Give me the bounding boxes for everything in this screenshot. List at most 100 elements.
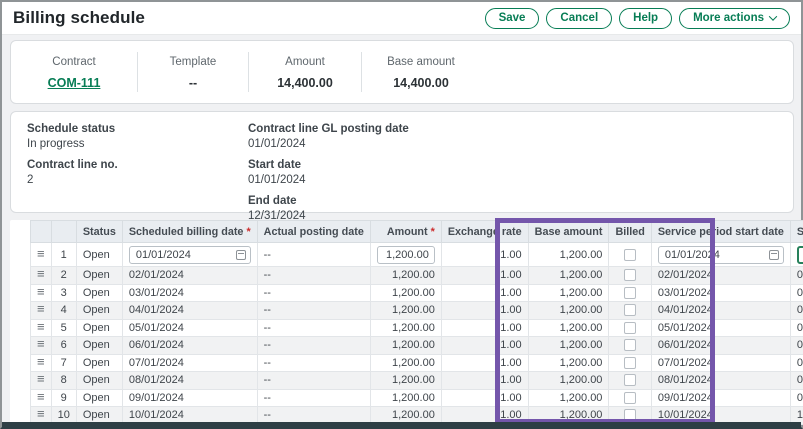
column-header-amount: Amount* <box>370 221 441 243</box>
drag-handle-icon[interactable]: ≡ <box>37 249 45 259</box>
drag-handle-icon[interactable]: ≡ <box>37 269 45 279</box>
billed-checkbox[interactable] <box>624 339 636 351</box>
column-header-exchange_rate: Exchange rate <box>441 221 528 243</box>
drag-handle-icon[interactable]: ≡ <box>37 409 45 419</box>
row-number: 3 <box>51 284 76 302</box>
table-row: ≡6Open06/01/2024--1,200.001.001,200.0006… <box>31 337 803 355</box>
scheduled_date-cell: 07/01/2024 <box>122 354 257 372</box>
drag-handle-icon[interactable]: ≡ <box>37 392 45 402</box>
summary-field-template: Template -- <box>138 54 248 90</box>
amount-input[interactable] <box>377 246 435 264</box>
save-button[interactable]: Save <box>485 8 540 29</box>
gl-posting-date-label: Contract line GL posting date <box>248 123 409 135</box>
contract-link[interactable]: COM-111 <box>48 76 101 90</box>
billed-checkbox[interactable] <box>624 287 636 299</box>
drag-handle-icon[interactable]: ≡ <box>37 322 45 332</box>
service_start-cell: 02/01/2024 <box>651 267 790 285</box>
contract-line-no-field: Contract line no. 2 <box>27 159 248 186</box>
table-row: ≡1Open--1.001,200.00-- <box>31 243 803 267</box>
cancel-button-label: Cancel <box>560 12 598 24</box>
billed-checkbox[interactable] <box>624 249 636 261</box>
drag-handle-icon[interactable]: ≡ <box>37 374 45 384</box>
service_start-cell: 06/01/2024 <box>651 337 790 355</box>
drag-handle-icon[interactable]: ≡ <box>37 287 45 297</box>
row-number: 6 <box>51 337 76 355</box>
billed-checkbox[interactable] <box>624 392 636 404</box>
service_start-cell <box>651 243 790 267</box>
base_amount-cell: 1,200.00 <box>528 267 609 285</box>
billed-checkbox[interactable] <box>624 269 636 281</box>
service_start-cell: 09/01/2024 <box>651 389 790 407</box>
service_end-input[interactable] <box>797 246 803 264</box>
base-amount-label: Base amount <box>362 56 480 68</box>
billed-cell <box>609 389 651 407</box>
actual_posting_date-cell: -- <box>257 243 370 267</box>
gl-posting-date-field: Contract line GL posting date 01/01/2024 <box>248 123 409 150</box>
service_start-cell: 07/01/2024 <box>651 354 790 372</box>
exchange_rate-cell: 1.00 <box>441 243 528 267</box>
actual_posting_date-cell: -- <box>257 284 370 302</box>
row-number: 5 <box>51 319 76 337</box>
service_end-cell: 07/31/2024 <box>790 354 803 372</box>
base_amount-cell: 1,200.00 <box>528 337 609 355</box>
status-cell: Open <box>76 243 122 267</box>
contract-line-no-label: Contract line no. <box>27 159 248 171</box>
base_amount-cell: 1,200.00 <box>528 284 609 302</box>
amount-label: Amount <box>249 56 361 68</box>
cancel-button[interactable]: Cancel <box>546 8 612 29</box>
service_end-cell: 06/30/2024 <box>790 337 803 355</box>
row-drag-cell: ≡ <box>31 389 52 407</box>
table-row: ≡2Open02/01/2024--1,200.001.001,200.0002… <box>31 267 803 285</box>
row-number: 2 <box>51 267 76 285</box>
more-actions-button[interactable]: More actions <box>679 8 790 29</box>
billed-checkbox[interactable] <box>624 409 636 421</box>
table-row: ≡4Open04/01/2024--1,200.001.001,200.0004… <box>31 302 803 320</box>
more-actions-label: More actions <box>693 12 764 24</box>
row-drag-cell: ≡ <box>31 284 52 302</box>
toolbar: Save Cancel Help More actions <box>485 8 790 29</box>
scheduled_date-cell: 09/01/2024 <box>122 389 257 407</box>
billed-cell <box>609 267 651 285</box>
billed-checkbox[interactable] <box>624 374 636 386</box>
exchange_rate-cell: 1.00 <box>441 267 528 285</box>
calendar-icon[interactable] <box>236 250 246 260</box>
amount-cell: 1,200.00 <box>370 319 441 337</box>
exchange_rate-cell: 1.00 <box>441 302 528 320</box>
calendar-icon[interactable] <box>769 250 779 260</box>
exchange_rate-cell: 1.00 <box>441 354 528 372</box>
billed-cell <box>609 319 651 337</box>
base_amount-cell: 1,200.00 <box>528 302 609 320</box>
scheduled_date-input[interactable] <box>129 246 251 264</box>
scheduled_date-cell: 06/01/2024 <box>122 337 257 355</box>
drag-handle-icon[interactable]: ≡ <box>37 357 45 367</box>
drag-handle-icon[interactable]: ≡ <box>37 304 45 314</box>
row-number: 4 <box>51 302 76 320</box>
column-header-status: Status <box>76 221 122 243</box>
row-number: 9 <box>51 389 76 407</box>
exchange_rate-cell: 1.00 <box>441 372 528 390</box>
base_amount-cell: 1,200.00 <box>528 389 609 407</box>
table-header-row: StatusScheduled billing date*Actual post… <box>31 221 803 243</box>
table-row: ≡8Open08/01/2024--1,200.001.001,200.0008… <box>31 372 803 390</box>
row-drag-cell: ≡ <box>31 243 52 267</box>
summary-field-base-amount: Base amount 14,400.00 <box>362 54 480 90</box>
billing-schedule-table: StatusScheduled billing date*Actual post… <box>30 220 803 425</box>
required-asterisk: * <box>246 226 250 238</box>
column-header-service_end: Service period end date <box>790 221 803 243</box>
billed-cell <box>609 284 651 302</box>
base_amount-cell: 1,200.00 <box>528 372 609 390</box>
drag-handle-icon[interactable]: ≡ <box>37 339 45 349</box>
row-drag-cell: ≡ <box>31 319 52 337</box>
help-button[interactable]: Help <box>619 8 672 29</box>
billed-checkbox[interactable] <box>624 322 636 334</box>
start-date-field: Start date 01/01/2024 <box>248 159 409 186</box>
amount-cell: 1,200.00 <box>370 389 441 407</box>
billed-checkbox[interactable] <box>624 357 636 369</box>
service_start-input[interactable] <box>658 246 784 264</box>
amount-cell: 1,200.00 <box>370 372 441 390</box>
billed-checkbox[interactable] <box>624 304 636 316</box>
actual_posting_date-cell: -- <box>257 354 370 372</box>
service_end-cell <box>790 243 803 267</box>
service_end-cell: 04/30/2024 <box>790 302 803 320</box>
table-row: ≡5Open05/01/2024--1,200.001.001,200.0005… <box>31 319 803 337</box>
